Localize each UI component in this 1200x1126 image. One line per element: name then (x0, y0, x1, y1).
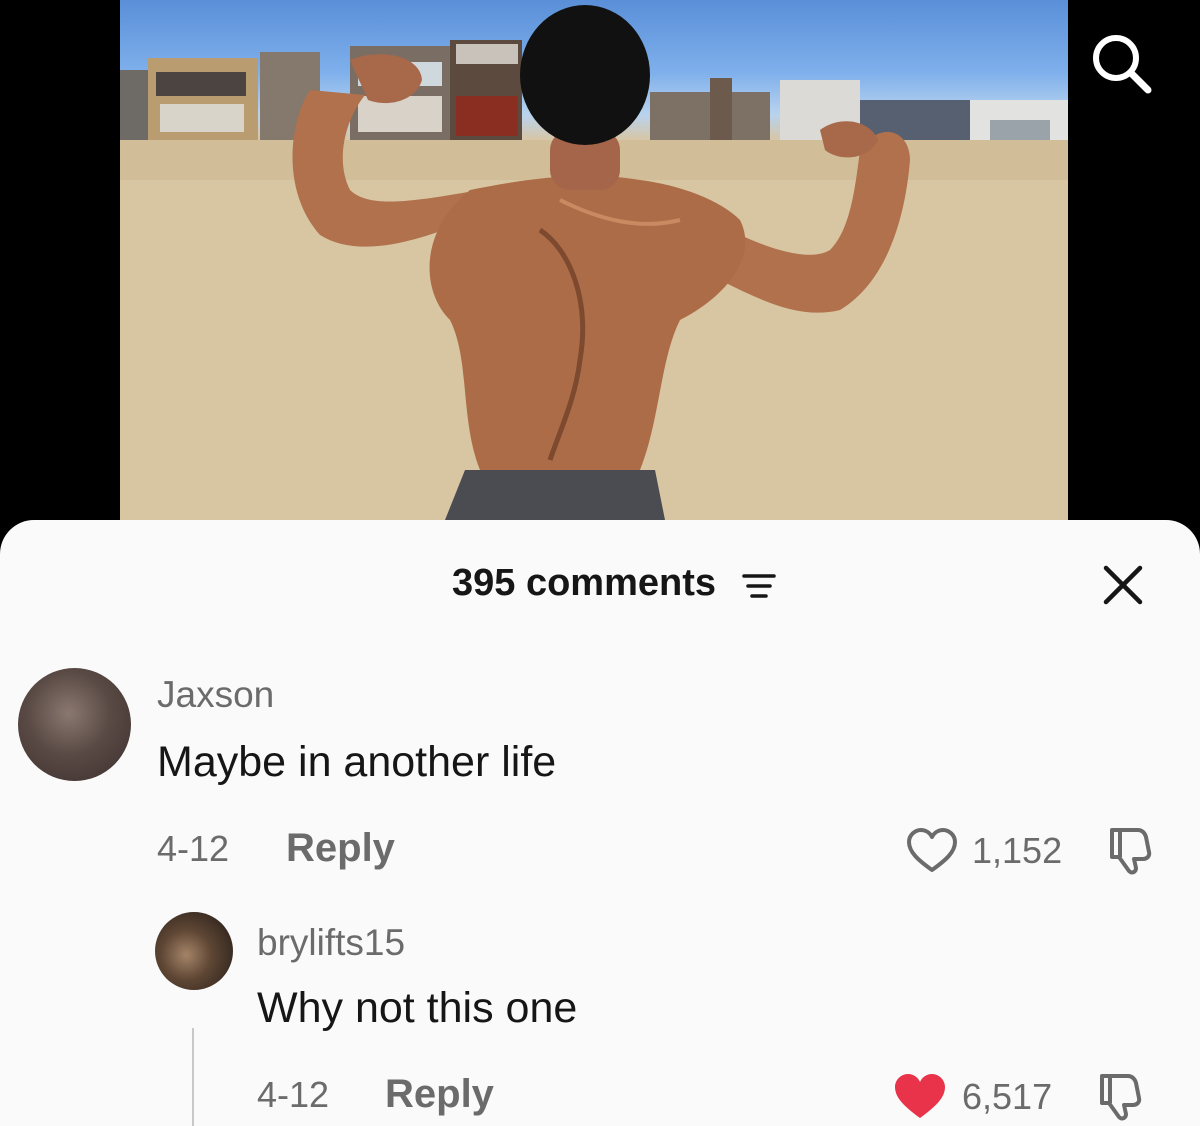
video-frame (120, 5, 1068, 520)
search-icon[interactable] (1080, 22, 1160, 102)
comment-text: Why not this one (257, 984, 578, 1032)
heart-outline-icon[interactable] (904, 826, 960, 876)
thumbs-down-icon[interactable] (1104, 824, 1156, 876)
thread-line (192, 1028, 194, 1126)
heart-filled-icon[interactable] (892, 1072, 948, 1122)
comment-username[interactable]: brylifts15 (257, 922, 405, 964)
video-player[interactable] (120, 0, 1068, 520)
like-count: 6,517 (962, 1076, 1053, 1117)
comment-text: Maybe in another life (157, 738, 557, 786)
sort-lines-icon[interactable] (740, 570, 778, 602)
comment-date: 4-12 (257, 1074, 330, 1115)
reply-button[interactable]: Reply (385, 1072, 494, 1117)
comments-header: 395 comments (0, 520, 1200, 650)
close-icon[interactable] (1100, 562, 1146, 608)
reply-button[interactable]: Reply (286, 826, 395, 871)
avatar[interactable] (155, 912, 233, 990)
comments-sheet: 395 comments Jaxson Maybe in another lif… (0, 520, 1200, 1126)
app-screen: 395 comments Jaxson Maybe in another lif… (0, 0, 1200, 1126)
thumbs-down-icon[interactable] (1094, 1070, 1146, 1122)
avatar[interactable] (18, 668, 131, 781)
comment-username[interactable]: Jaxson (157, 674, 274, 716)
like-count: 1,152 (972, 830, 1063, 871)
comments-count: 395 comments (452, 562, 717, 604)
comment-date: 4-12 (157, 828, 230, 869)
